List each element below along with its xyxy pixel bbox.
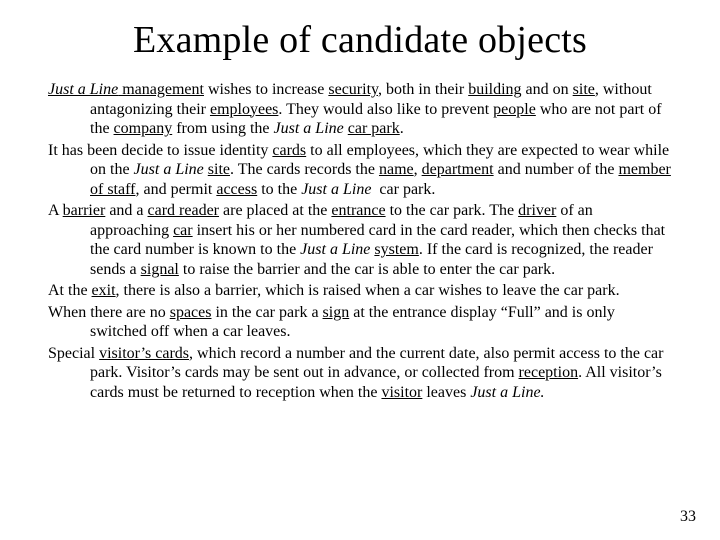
slide-title: Example of candidate objects [48,18,672,62]
page-number: 33 [680,508,696,526]
paragraph-1: Just a Line management wishes to increas… [48,80,672,139]
paragraph-6: Special visitor’s cards, which record a … [48,344,672,403]
slide-body: Just a Line management wishes to increas… [48,80,672,402]
slide: Example of candidate objects Just a Line… [0,0,720,540]
paragraph-3: A barrier and a card reader are placed a… [48,201,672,279]
paragraph-4: At the exit, there is also a barrier, wh… [48,281,672,301]
paragraph-5: When there are no spaces in the car park… [48,303,672,342]
paragraph-2: It has been decide to issue identity car… [48,141,672,200]
